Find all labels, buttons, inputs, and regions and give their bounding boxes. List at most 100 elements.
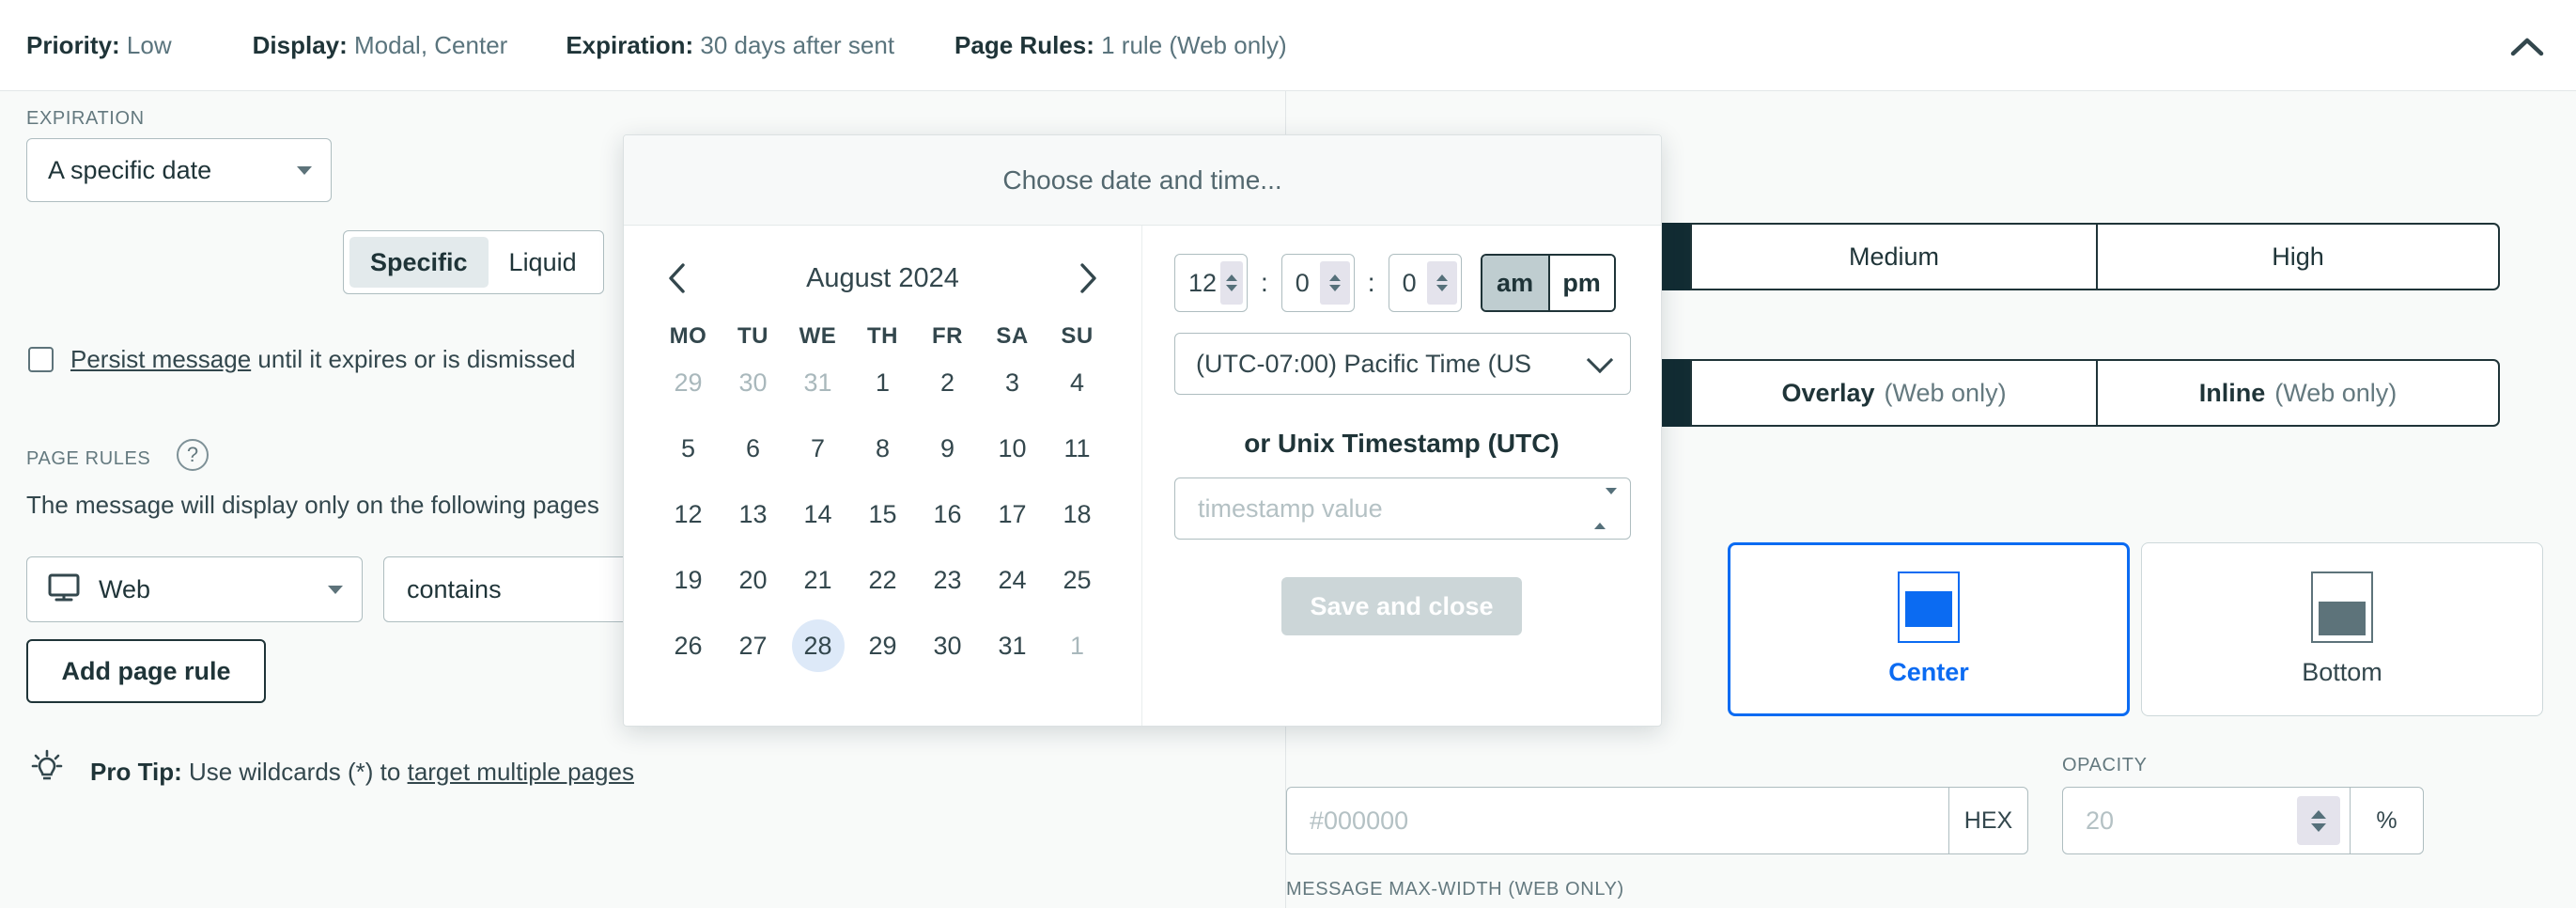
opacity-input[interactable]: 20 (2063, 788, 2297, 853)
calendar-day-cell[interactable]: 16 (915, 481, 980, 547)
second-stepper[interactable] (1426, 261, 1457, 305)
hex-unit-label[interactable]: HEX (1948, 788, 2027, 853)
calendar-day-cell[interactable]: 1 (1045, 613, 1110, 679)
calendar-day-cell[interactable]: 19 (656, 547, 721, 613)
persist-message-checkbox[interactable] (28, 347, 54, 372)
question-mark-icon[interactable]: ? (177, 439, 209, 471)
calendar-day-cell[interactable]: 30 (915, 613, 980, 679)
calendar-day-cell[interactable]: 29 (656, 350, 721, 415)
calendar-day-cell[interactable]: 25 (1045, 547, 1110, 613)
device-select[interactable]: Web (26, 556, 363, 622)
calendar-day-cell[interactable]: 20 (721, 547, 785, 613)
chevron-down-icon (297, 165, 312, 175)
summary-priority-value: Low (126, 31, 172, 59)
calendar-day-cell[interactable]: 29 (850, 613, 915, 679)
calendar-day-value: 8 (875, 433, 891, 462)
calendar-day-cell[interactable]: 26 (656, 613, 721, 679)
save-and-close-button[interactable]: Save and close (1281, 577, 1522, 635)
second-input[interactable]: 0 (1388, 254, 1462, 312)
persist-message-link[interactable]: Persist message (70, 345, 251, 373)
pro-tip-prefix: Pro Tip: (90, 758, 182, 786)
calendar-day-cell[interactable]: 5 (656, 415, 721, 481)
calendar-pane: August 2024 MO TU WE TH FR SA SU 29 30 31 1… (624, 226, 1141, 726)
calendar-day-cell[interactable]: 7 (785, 415, 850, 481)
calendar-week-row: 26 27 28 29 30 31 1 (656, 613, 1110, 679)
mode-option-specific[interactable]: Specific (349, 237, 489, 288)
calendar-day-cell[interactable]: 18 (1045, 481, 1110, 547)
display-option-overlay[interactable]: Overlay (Web only) (1690, 359, 2098, 427)
calendar-day-cell[interactable]: 27 (721, 613, 785, 679)
calendar-day-cell[interactable]: 3 (980, 350, 1045, 415)
calendar-day-cell[interactable]: 6 (721, 415, 785, 481)
calendar-day-cell[interactable]: 9 (915, 415, 980, 481)
display-button-group: Overlay (Web only) Inline (Web only) (1643, 359, 2500, 427)
calendar-day-cell[interactable]: 4 (1045, 350, 1110, 415)
calendar-day-cell[interactable]: 2 (915, 350, 980, 415)
calendar-day-cell[interactable]: 30 (721, 350, 785, 415)
position-center-label: Center (1888, 658, 1969, 686)
hex-input[interactable]: #000000 (1287, 788, 1948, 853)
expiration-select-value: A specific date (48, 155, 212, 184)
device-select-value: Web (99, 574, 151, 603)
calendar-day-cell[interactable]: 31 (785, 350, 850, 415)
timestamp-input[interactable]: timestamp value (1174, 477, 1631, 540)
hour-stepper[interactable] (1220, 261, 1243, 305)
opacity-stepper[interactable] (2297, 796, 2340, 845)
position-card-center[interactable]: Center (1728, 542, 2130, 716)
minute-stepper[interactable] (1319, 261, 1350, 305)
persist-message-row: Persist message until it expires or is d… (28, 345, 576, 374)
calendar-day-cell[interactable]: 12 (656, 481, 721, 547)
calendar-day-cell[interactable]: 15 (850, 481, 915, 547)
pro-tip-body: Use wildcards (*) to (181, 758, 408, 786)
summary-priority-label: Priority: (26, 31, 120, 59)
timestamp-stepper[interactable] (1594, 487, 1617, 529)
chevron-left-icon[interactable] (656, 257, 699, 300)
calendar-day-cell[interactable]: 21 (785, 547, 850, 613)
calendar-day-value: 10 (998, 433, 1027, 462)
calendar-day-cell[interactable]: 28 (785, 613, 850, 679)
pm-option[interactable]: pm (1547, 256, 1614, 310)
lightbulb-icon (28, 749, 66, 795)
timezone-select[interactable]: (UTC-07:00) Pacific Time (US (1174, 333, 1631, 395)
calendar-day-cell[interactable]: 10 (980, 415, 1045, 481)
position-bottom-label: Bottom (2302, 658, 2382, 686)
priority-option-medium[interactable]: Medium (1690, 223, 2098, 290)
add-page-rule-button[interactable]: Add page rule (26, 639, 266, 703)
position-card-bottom[interactable]: Bottom (2141, 542, 2543, 716)
calendar-day-value: 7 (810, 433, 826, 462)
calendar-day-value: 2 (939, 368, 955, 397)
calendar-day-value: 28 (791, 619, 845, 672)
persist-message-rest: until it expires or is dismissed (251, 345, 576, 373)
calendar-day-cell[interactable]: 22 (850, 547, 915, 613)
calendar-day-cell[interactable]: 24 (980, 547, 1045, 613)
calendar-day-cell[interactable]: 11 (1045, 415, 1110, 481)
chevron-right-icon[interactable] (1066, 257, 1110, 300)
am-option[interactable]: am (1482, 256, 1548, 310)
calendar-day-cell[interactable]: 1 (850, 350, 915, 415)
expiration-select[interactable]: A specific date (26, 138, 332, 202)
calendar-day-value: 26 (674, 631, 703, 660)
calendar-day-cell[interactable]: 13 (721, 481, 785, 547)
calendar-day-cell[interactable]: 14 (785, 481, 850, 547)
priority-option-high[interactable]: High (2096, 223, 2500, 290)
mode-option-liquid[interactable]: Liquid (489, 237, 597, 288)
chevron-down-icon (1586, 346, 1614, 374)
summary-expiration-value: 30 days after sent (700, 31, 895, 59)
calendar-day-cell[interactable]: 23 (915, 547, 980, 613)
time-inputs-row: 12 : 0 : 0 am pm (1174, 254, 1629, 312)
calendar-day-value: 3 (1004, 368, 1020, 397)
display-option-inline[interactable]: Inline (Web only) (2096, 359, 2500, 427)
chevron-up-icon[interactable] (2503, 23, 2552, 71)
pro-tip-link[interactable]: target multiple pages (408, 758, 634, 786)
calendar-week-row: 5 6 7 8 9 10 11 (656, 415, 1110, 481)
calendar-day-cell[interactable]: 31 (980, 613, 1045, 679)
calendar-day-cell[interactable]: 8 (850, 415, 915, 481)
summary-display-label: Display: (252, 31, 348, 59)
calendar-day-value: 31 (803, 368, 832, 397)
chevron-down-icon (328, 585, 343, 594)
calendar-day-cell[interactable]: 17 (980, 481, 1045, 547)
minute-input[interactable]: 0 (1280, 254, 1355, 312)
hour-input[interactable]: 12 (1174, 254, 1248, 312)
display-option-inline-label: Inline (2198, 378, 2266, 407)
dow-we: WE (799, 323, 837, 349)
